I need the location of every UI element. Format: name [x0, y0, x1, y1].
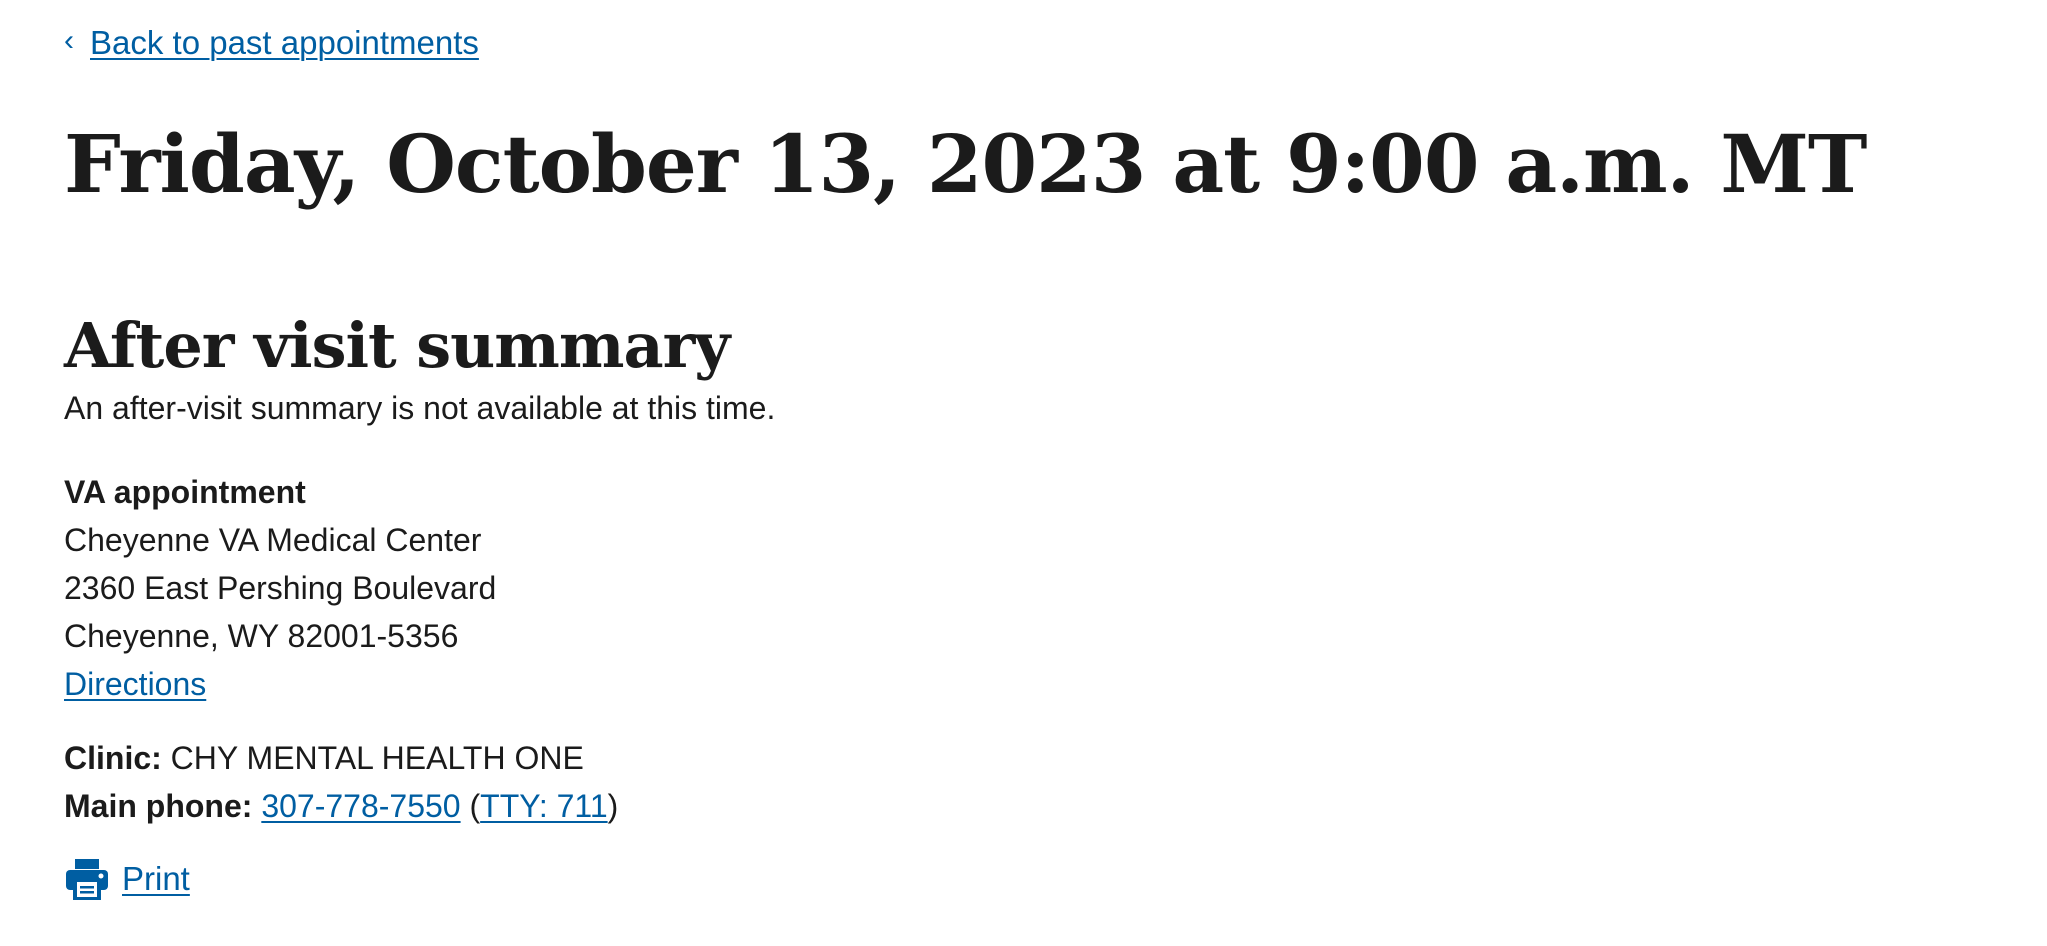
facility-name: Cheyenne VA Medical Center	[64, 522, 482, 558]
address-line-1: 2360 East Pershing Boulevard	[64, 570, 497, 606]
directions-link[interactable]: Directions	[64, 660, 206, 708]
breadcrumb: ‹ Back to past appointments	[64, 24, 479, 62]
main-phone-link[interactable]: 307-778-7550	[261, 788, 460, 824]
appointment-type-label: VA appointment	[64, 474, 306, 510]
print-action[interactable]: Print	[64, 858, 190, 901]
after-visit-summary-message: An after-visit summary is not available …	[64, 390, 776, 426]
clinic-row: Clinic: CHY MENTAL HEALTH ONE	[64, 734, 618, 782]
chevron-left-icon: ‹	[64, 24, 74, 57]
main-phone-label: Main phone:	[64, 788, 253, 824]
page-title: Friday, October 13, 2023 at 9:00 a.m. MT	[64, 117, 1867, 211]
back-to-past-appointments-link[interactable]: Back to past appointments	[90, 24, 479, 62]
address-line-2: Cheyenne, WY 82001-5356	[64, 618, 459, 654]
appointment-location: VA appointment Cheyenne VA Medical Cente…	[64, 468, 496, 708]
tty-link[interactable]: TTY: 711	[480, 788, 607, 824]
tty-close-paren: )	[607, 788, 619, 824]
clinic-contact-info: Clinic: CHY MENTAL HEALTH ONE Main phone…	[64, 734, 618, 830]
printer-icon[interactable]	[64, 858, 110, 901]
clinic-label: Clinic:	[64, 740, 162, 776]
after-visit-summary-heading: After visit summary	[64, 309, 730, 382]
clinic-name: CHY MENTAL HEALTH ONE	[170, 740, 584, 776]
print-link[interactable]: Print	[122, 860, 190, 898]
main-phone-row: Main phone: 307-778-7550 (TTY: 711)	[64, 782, 618, 830]
tty-open-paren: (	[469, 788, 481, 824]
